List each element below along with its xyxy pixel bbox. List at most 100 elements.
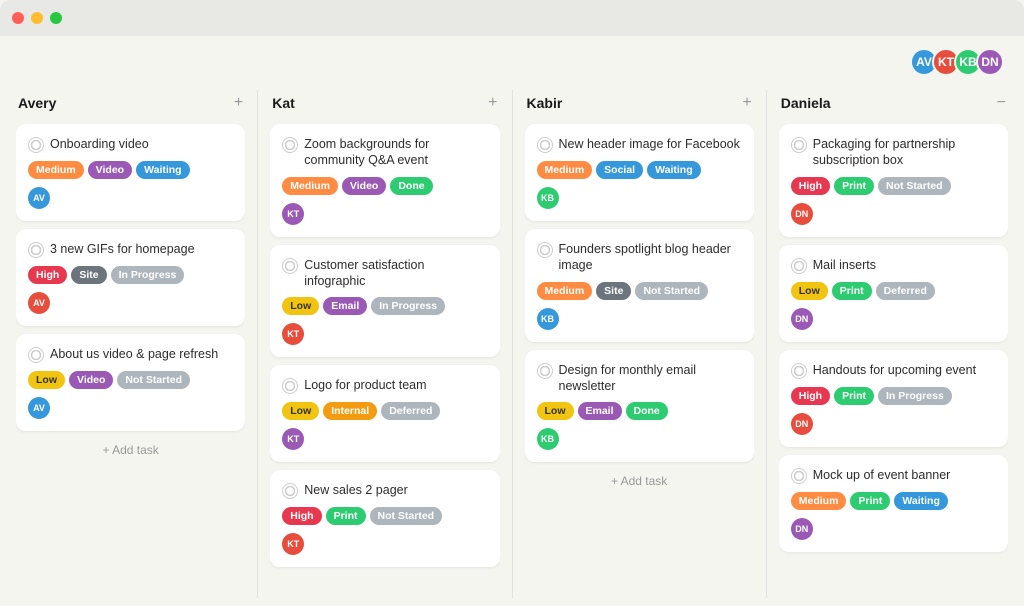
header: AV KT KB DN bbox=[0, 36, 1024, 82]
card-card-6[interactable]: Logo for product teamLowInternalDeferred… bbox=[270, 365, 499, 462]
tag-low[interactable]: Low bbox=[791, 282, 828, 300]
cards-list-daniela: Packaging for partnership subscription b… bbox=[779, 124, 1008, 598]
tag-not-started[interactable]: Not Started bbox=[878, 177, 951, 195]
column-title-kat: Kat bbox=[272, 95, 295, 111]
tag-deferred[interactable]: Deferred bbox=[381, 402, 440, 420]
tag-email[interactable]: Email bbox=[578, 402, 622, 420]
card-card-8[interactable]: New header image for Facebook MediumSocia… bbox=[525, 124, 754, 221]
card-check-icon[interactable] bbox=[28, 137, 44, 153]
tag-done[interactable]: Done bbox=[390, 177, 432, 195]
card-title-text: Handouts for upcoming event bbox=[813, 362, 976, 378]
card-card-5[interactable]: Customer satisfaction infographicLowEmai… bbox=[270, 245, 499, 358]
tag-print[interactable]: Print bbox=[832, 282, 872, 300]
avatar: AV bbox=[28, 292, 50, 314]
card-footer: KB bbox=[537, 187, 742, 209]
card-check-icon[interactable] bbox=[537, 363, 553, 379]
card-title-text: Mock up of event banner bbox=[813, 467, 951, 483]
avatar: KT bbox=[282, 203, 304, 225]
tag-not-started[interactable]: Not Started bbox=[635, 282, 708, 300]
tag-high[interactable]: High bbox=[791, 387, 830, 405]
card-title-text: About us video & page refresh bbox=[50, 346, 218, 362]
card-check-icon[interactable] bbox=[791, 363, 807, 379]
card-card-9[interactable]: Founders spotlight blog header imageMedi… bbox=[525, 229, 754, 342]
tag-high[interactable]: High bbox=[28, 266, 67, 284]
tag-high[interactable]: High bbox=[791, 177, 830, 195]
add-task-kabir[interactable]: + Add task bbox=[525, 470, 754, 492]
tag-waiting[interactable]: Waiting bbox=[647, 161, 701, 179]
tag-medium[interactable]: Medium bbox=[28, 161, 84, 179]
add-task-avery[interactable]: + Add task bbox=[16, 439, 245, 461]
tag-low[interactable]: Low bbox=[282, 402, 319, 420]
tag-in-progress[interactable]: In Progress bbox=[111, 266, 185, 284]
tag-internal[interactable]: Internal bbox=[323, 402, 377, 420]
column-add-avery[interactable]: + bbox=[234, 94, 243, 112]
card-check-icon[interactable] bbox=[282, 137, 298, 153]
card-card-2[interactable]: 3 new GIFs for homepageHighSiteIn Progre… bbox=[16, 229, 245, 326]
card-card-3[interactable]: About us video & page refresh LowVideoNot… bbox=[16, 334, 245, 431]
tag-social[interactable]: Social bbox=[596, 161, 643, 179]
card-check-icon[interactable] bbox=[28, 347, 44, 363]
card-check-icon[interactable] bbox=[537, 242, 553, 258]
tag-not-started[interactable]: Not Started bbox=[117, 371, 190, 389]
card-tags: MediumVideoWaiting bbox=[28, 161, 233, 179]
tag-email[interactable]: Email bbox=[323, 297, 367, 315]
tag-medium[interactable]: Medium bbox=[537, 161, 593, 179]
tag-medium[interactable]: Medium bbox=[791, 492, 847, 510]
tag-print[interactable]: Print bbox=[326, 507, 366, 525]
card-title-text: Packaging for partnership subscription b… bbox=[813, 136, 996, 169]
tag-waiting[interactable]: Waiting bbox=[894, 492, 948, 510]
tag-print[interactable]: Print bbox=[834, 387, 874, 405]
card-card-1[interactable]: Onboarding video MediumVideoWaiting AV bbox=[16, 124, 245, 221]
close-button[interactable] bbox=[12, 12, 24, 24]
tag-waiting[interactable]: Waiting bbox=[136, 161, 190, 179]
column-add-kabir[interactable]: + bbox=[742, 94, 751, 112]
tag-high[interactable]: High bbox=[282, 507, 321, 525]
card-check-icon[interactable] bbox=[791, 258, 807, 274]
card-check-icon[interactable] bbox=[791, 468, 807, 484]
tag-low[interactable]: Low bbox=[282, 297, 319, 315]
card-check-icon[interactable] bbox=[791, 137, 807, 153]
tag-in-progress[interactable]: In Progress bbox=[371, 297, 445, 315]
app-window: AV KT KB DN Avery+Onboarding videoMedium… bbox=[0, 0, 1024, 606]
tag-low[interactable]: Low bbox=[537, 402, 574, 420]
card-check-icon[interactable] bbox=[282, 483, 298, 499]
tag-site[interactable]: Site bbox=[71, 266, 106, 284]
card-tags: HighSite In Progress bbox=[28, 266, 233, 284]
avatar: DN bbox=[791, 203, 813, 225]
tag-not-started[interactable]: Not Started bbox=[370, 507, 443, 525]
card-card-4[interactable]: Zoom backgrounds for community Q&A event… bbox=[270, 124, 499, 237]
tag-medium[interactable]: Medium bbox=[282, 177, 338, 195]
card-check-icon[interactable] bbox=[537, 137, 553, 153]
card-card-14[interactable]: Mock up of event banner MediumPrintWaitin… bbox=[779, 455, 1008, 552]
tag-print[interactable]: Print bbox=[850, 492, 890, 510]
card-check-icon[interactable] bbox=[282, 378, 298, 394]
card-tags: LowPrintDeferred bbox=[791, 282, 996, 300]
tag-video[interactable]: Video bbox=[69, 371, 113, 389]
cards-list-kat: Zoom backgrounds for community Q&A event… bbox=[270, 124, 499, 598]
card-title-row: New header image for Facebook bbox=[537, 136, 742, 153]
card-title-text: Onboarding video bbox=[50, 136, 149, 152]
column-add-kat[interactable]: + bbox=[488, 94, 497, 112]
tag-site[interactable]: Site bbox=[596, 282, 631, 300]
card-card-7[interactable]: New sales 2 pagerHighPrintNot StartedKT bbox=[270, 470, 499, 567]
tag-done[interactable]: Done bbox=[626, 402, 668, 420]
column-add-daniela[interactable]: − bbox=[997, 94, 1006, 112]
card-card-11[interactable]: Packaging for partnership subscription b… bbox=[779, 124, 1008, 237]
tag-low[interactable]: Low bbox=[28, 371, 65, 389]
tag-in-progress[interactable]: In Progress bbox=[878, 387, 952, 405]
tag-deferred[interactable]: Deferred bbox=[876, 282, 935, 300]
card-title-row: Packaging for partnership subscription b… bbox=[791, 136, 996, 169]
tag-print[interactable]: Print bbox=[834, 177, 874, 195]
card-check-icon[interactable] bbox=[28, 242, 44, 258]
tag-video[interactable]: Video bbox=[88, 161, 132, 179]
tag-medium[interactable]: Medium bbox=[537, 282, 593, 300]
card-card-12[interactable]: Mail insertsLowPrintDeferredDN bbox=[779, 245, 1008, 342]
card-card-13[interactable]: Handouts for upcoming event HighPrintIn P… bbox=[779, 350, 1008, 447]
card-card-10[interactable]: Design for monthly email newsletterLowEm… bbox=[525, 350, 754, 463]
tag-video[interactable]: Video bbox=[342, 177, 386, 195]
card-footer: KT bbox=[282, 533, 487, 555]
maximize-button[interactable] bbox=[50, 12, 62, 24]
minimize-button[interactable] bbox=[31, 12, 43, 24]
card-footer: AV bbox=[28, 187, 233, 209]
card-check-icon[interactable] bbox=[282, 258, 298, 274]
